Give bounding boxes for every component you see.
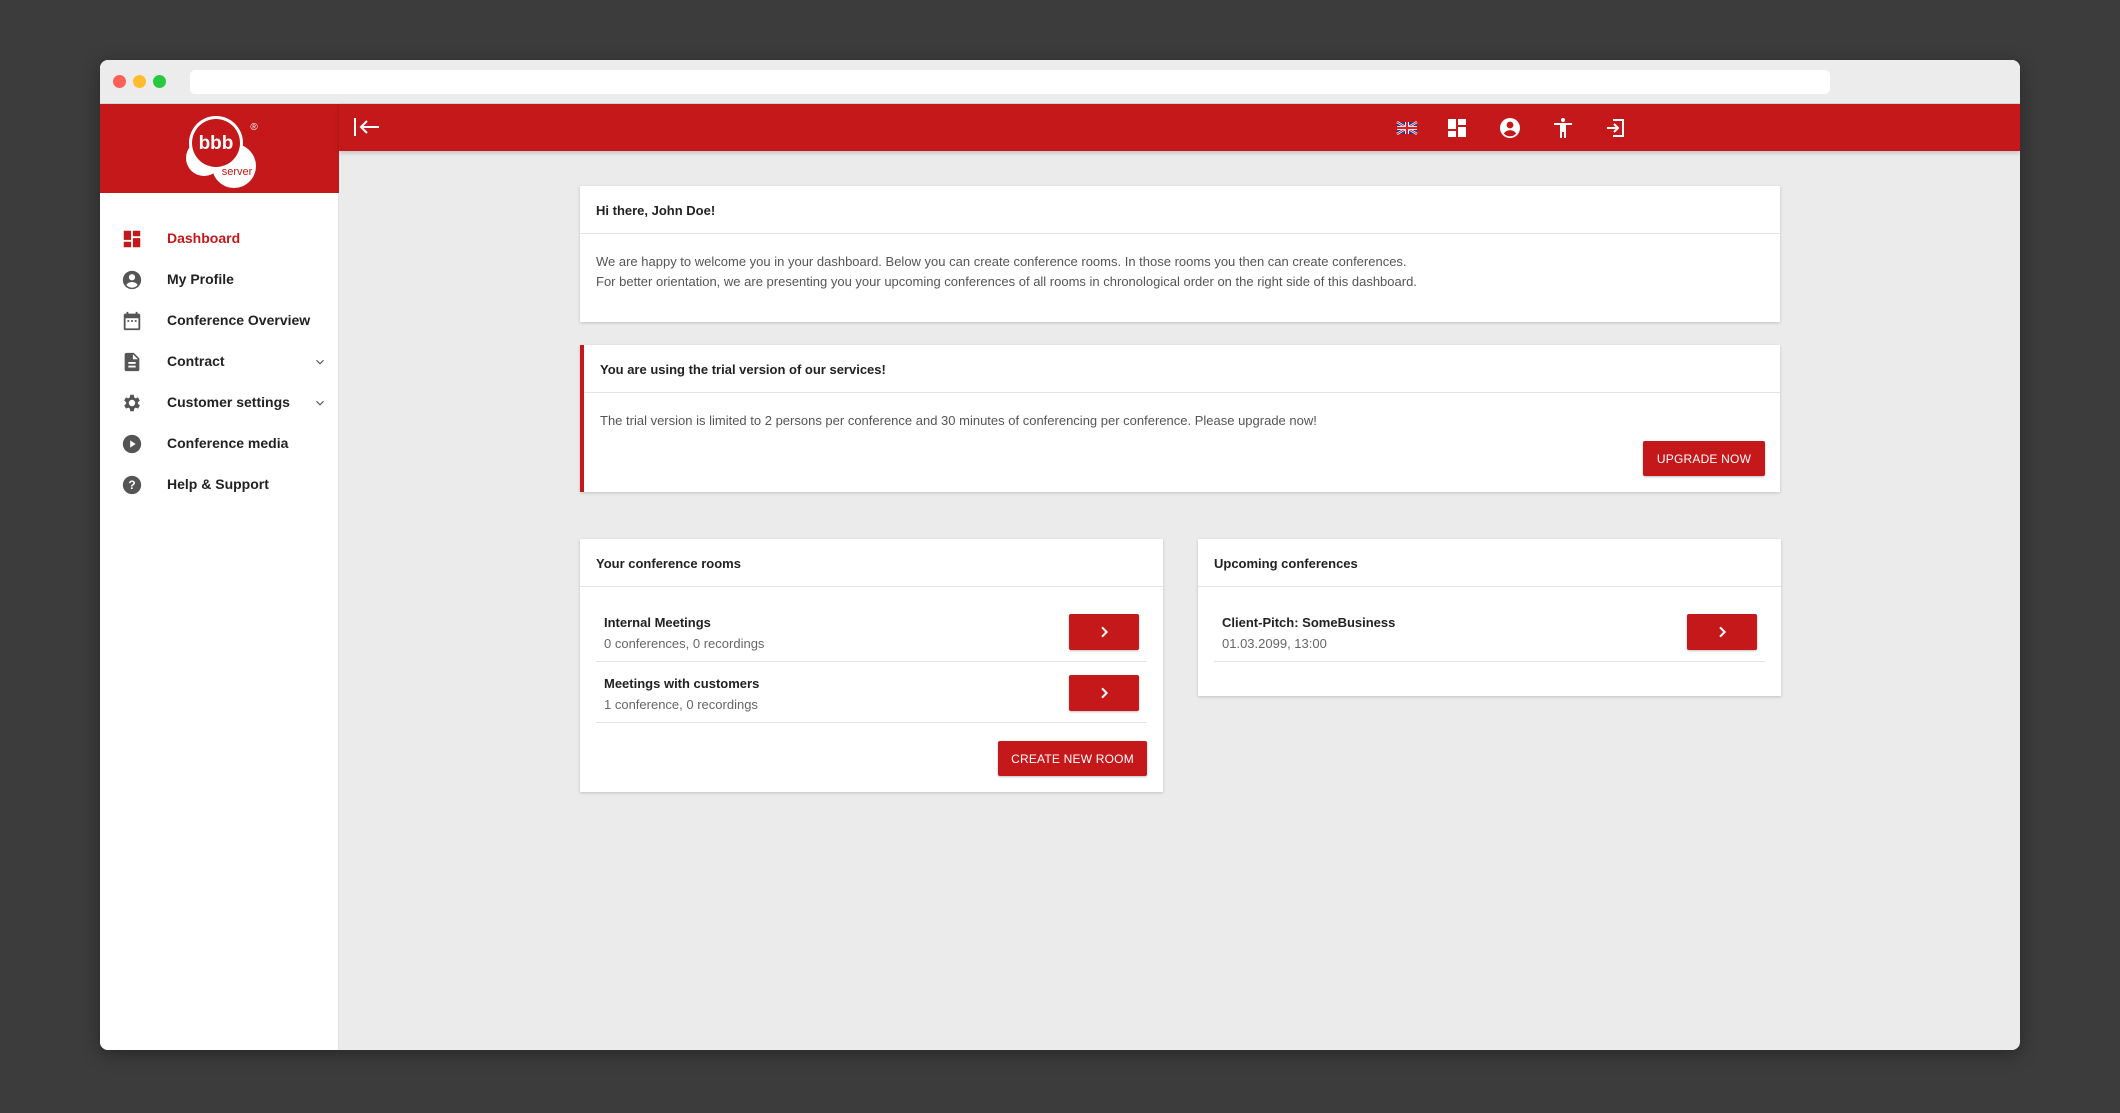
help-circle-icon: ? bbox=[121, 474, 143, 496]
welcome-title: Hi there, John Doe! bbox=[580, 186, 1780, 234]
sidebar-item-customer-settings[interactable]: Customer settings bbox=[100, 382, 339, 423]
accessibility-icon[interactable] bbox=[1551, 116, 1575, 140]
browser-window: bbb server ® Dashboard My Profile Confer… bbox=[100, 60, 2020, 1050]
sidebar-item-label: Customer settings bbox=[167, 394, 290, 410]
room-name: Internal Meetings bbox=[604, 615, 711, 630]
calendar-icon bbox=[121, 310, 143, 332]
room-meta: 1 conference, 0 recordings bbox=[604, 697, 758, 712]
chevron-right-icon bbox=[1101, 626, 1109, 638]
trial-title: You are using the trial version of our s… bbox=[584, 345, 1780, 393]
logo-text: bbb bbox=[199, 133, 234, 154]
play-circle-icon bbox=[121, 433, 143, 455]
sidebar-item-label: Contract bbox=[167, 353, 225, 369]
account-circle-icon bbox=[121, 269, 143, 291]
rooms-title: Your conference rooms bbox=[580, 539, 1163, 587]
window-maximize-button[interactable] bbox=[153, 75, 166, 88]
window-minimize-button[interactable] bbox=[133, 75, 146, 88]
sidebar: bbb server ® Dashboard My Profile Confer… bbox=[100, 104, 339, 1050]
trial-notice-card: You are using the trial version of our s… bbox=[580, 345, 1780, 492]
sidebar-item-conference-overview[interactable]: Conference Overview bbox=[100, 300, 339, 341]
welcome-line-1: We are happy to welcome you in your dash… bbox=[596, 254, 1407, 269]
chevron-down-icon[interactable] bbox=[313, 355, 327, 369]
document-icon bbox=[121, 351, 143, 373]
browser-titlebar bbox=[100, 60, 2020, 104]
list-item: Internal Meetings 0 conferences, 0 recor… bbox=[596, 601, 1147, 662]
sidebar-item-my-profile[interactable]: My Profile bbox=[100, 259, 339, 300]
sidebar-item-label: Conference Overview bbox=[167, 312, 311, 328]
welcome-line-2: For better orientation, we are presentin… bbox=[596, 274, 1417, 289]
bbb-server-logo: bbb server ® bbox=[186, 116, 258, 188]
logout-icon[interactable] bbox=[1604, 116, 1628, 140]
sidebar-item-label: Help & Support bbox=[167, 476, 269, 492]
sidebar-item-label: Conference media bbox=[167, 435, 289, 451]
svg-text:?: ? bbox=[128, 478, 135, 492]
window-close-button[interactable] bbox=[113, 75, 126, 88]
room-meta: 0 conferences, 0 recordings bbox=[604, 636, 765, 651]
upcoming-conferences-card: Upcoming conferences Client-Pitch: SomeB… bbox=[1198, 539, 1781, 696]
conference-name: Client-Pitch: SomeBusiness bbox=[1222, 615, 1396, 630]
sidebar-item-label: My Profile bbox=[167, 271, 234, 287]
trial-text: The trial version is limited to 2 person… bbox=[600, 413, 1317, 428]
address-bar[interactable] bbox=[190, 70, 1830, 94]
chevron-right-icon bbox=[1101, 687, 1109, 699]
upgrade-now-button[interactable]: UPGRADE NOW bbox=[1643, 441, 1765, 476]
sidebar-nav: Dashboard My Profile Conference Overview… bbox=[100, 218, 339, 505]
chevron-right-icon bbox=[1719, 626, 1727, 638]
sidebar-item-label: Dashboard bbox=[167, 230, 241, 246]
sidebar-item-help-support[interactable]: ? Help & Support bbox=[100, 464, 339, 505]
chevron-down-icon[interactable] bbox=[313, 396, 327, 410]
open-room-button[interactable] bbox=[1069, 675, 1139, 711]
create-new-room-button[interactable]: CREATE NEW ROOM bbox=[998, 741, 1147, 776]
conference-rooms-card: Your conference rooms Internal Meetings … bbox=[580, 539, 1163, 792]
gear-icon bbox=[121, 392, 143, 414]
logo-registered-mark: ® bbox=[250, 122, 258, 133]
sidebar-item-contract[interactable]: Contract bbox=[100, 341, 339, 382]
open-conference-button[interactable] bbox=[1687, 614, 1757, 650]
account-circle-icon[interactable] bbox=[1498, 116, 1522, 140]
dashboard-icon[interactable] bbox=[1445, 116, 1469, 140]
room-name: Meetings with customers bbox=[604, 676, 760, 691]
logo-area[interactable]: bbb server ® bbox=[100, 104, 339, 193]
top-bar bbox=[339, 104, 2020, 151]
list-item: Client-Pitch: SomeBusiness 01.03.2099, 1… bbox=[1214, 601, 1765, 662]
welcome-text: We are happy to welcome you in your dash… bbox=[580, 234, 1780, 292]
uk-flag-icon[interactable] bbox=[1395, 116, 1419, 140]
conference-datetime: 01.03.2099, 13:00 bbox=[1222, 636, 1327, 651]
upcoming-title: Upcoming conferences bbox=[1198, 539, 1781, 587]
welcome-card: Hi there, John Doe! We are happy to welc… bbox=[580, 186, 1780, 322]
sidebar-item-dashboard[interactable]: Dashboard bbox=[100, 218, 339, 259]
collapse-sidebar-icon[interactable] bbox=[353, 116, 381, 138]
logo-subtext: server bbox=[222, 166, 253, 178]
open-room-button[interactable] bbox=[1069, 614, 1139, 650]
dashboard-icon bbox=[121, 228, 143, 250]
list-item: Meetings with customers 1 conference, 0 … bbox=[596, 662, 1147, 723]
sidebar-item-conference-media[interactable]: Conference media bbox=[100, 423, 339, 464]
